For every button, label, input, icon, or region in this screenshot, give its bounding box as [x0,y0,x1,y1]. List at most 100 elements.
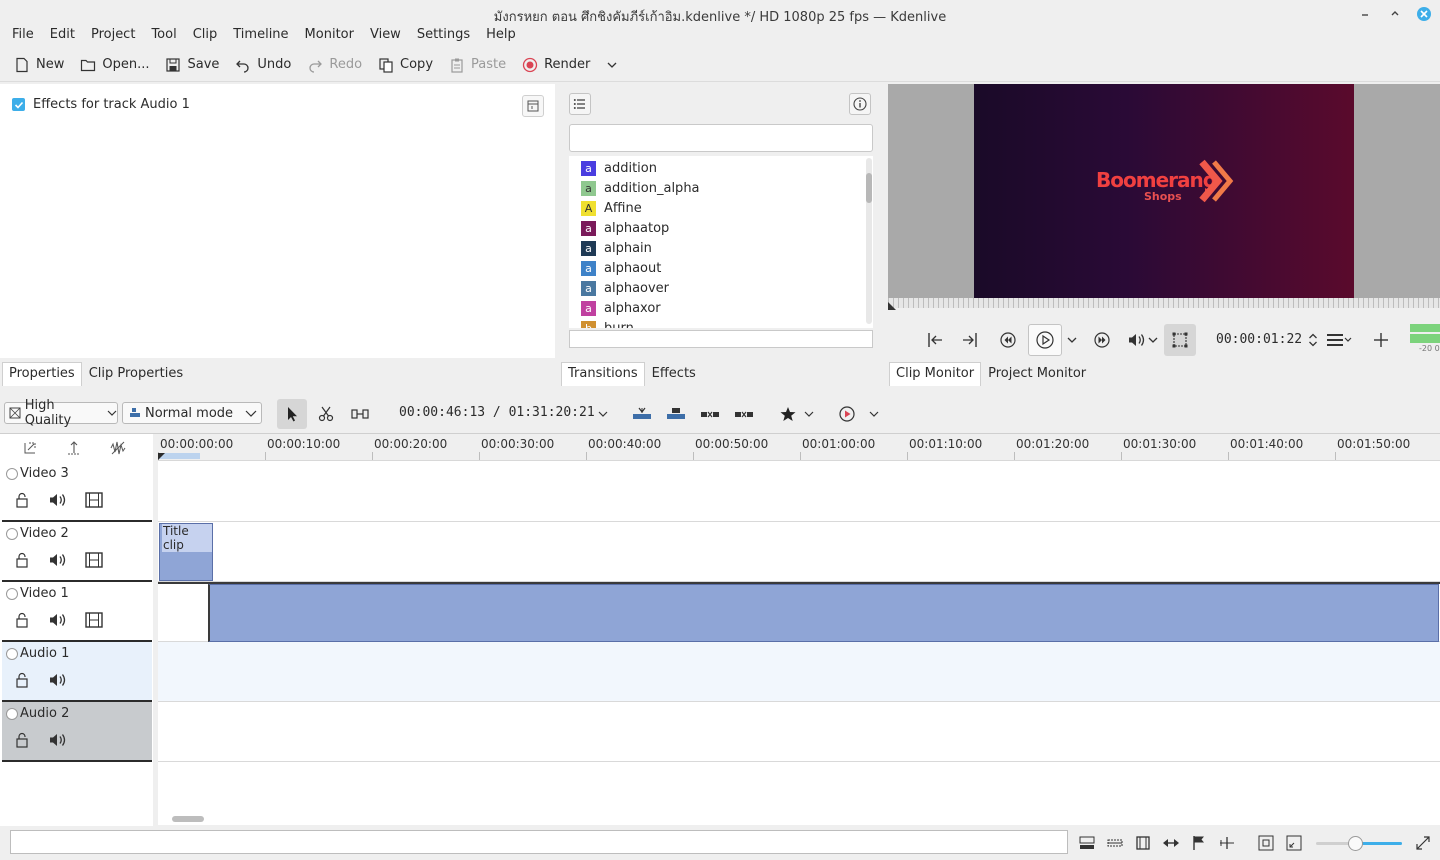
render-button[interactable]: Render [514,51,598,79]
scrollbar-thumb[interactable] [866,173,872,203]
playhead-marker-icon[interactable] [888,302,896,310]
track-target-radio[interactable] [6,708,18,720]
favorite-effects-button[interactable] [775,402,801,426]
track-lane-audio-1[interactable] [158,642,1440,702]
timeline-ruler[interactable]: 00:00:00:00 00:00:10:00 00:00:20:00 00:0… [158,434,1440,461]
list-item[interactable]: a alphaout [581,258,661,278]
list-item[interactable]: a addition_alpha [581,178,700,198]
lock-track-button[interactable] [12,550,32,570]
menu-help[interactable]: Help [478,26,524,46]
volume-menu-button[interactable] [1144,326,1162,354]
track-lane-video-3[interactable] [158,462,1440,522]
close-button[interactable] [1414,4,1434,24]
show-guides-button[interactable] [1190,834,1208,852]
list-item[interactable]: a alphaatop [581,218,669,238]
tab-clip-properties[interactable]: Clip Properties [82,362,190,386]
menu-clip[interactable]: Clip [185,26,226,46]
hide-track-button[interactable] [84,490,104,510]
new-button[interactable]: New [6,51,72,79]
track-header-video-3[interactable]: Video 3 [2,462,152,522]
minimize-button[interactable] [1355,4,1375,24]
play-options-button[interactable] [1062,326,1082,354]
effects-search-input[interactable] [569,124,873,152]
zoom-in-button[interactable] [1414,834,1432,852]
add-marker-button[interactable] [1366,326,1396,354]
track-target-radio[interactable] [6,588,18,600]
switch-track-target-button[interactable] [22,440,42,458]
lock-track-button[interactable] [12,490,32,510]
lock-track-button[interactable] [12,610,32,630]
timeline-preview-menu-button[interactable] [864,402,884,426]
fit-timeline-button[interactable] [1218,834,1236,852]
save-button[interactable]: Save [157,51,227,79]
list-item[interactable]: a alphaover [581,278,669,298]
lift-zone-button[interactable] [697,402,723,426]
maximize-button[interactable] [1385,4,1405,24]
mute-track-button[interactable] [48,670,68,690]
mute-track-button[interactable] [48,610,68,630]
mute-track-button[interactable] [48,490,68,510]
expand-tracks-button[interactable] [66,440,86,458]
timeline-preview-button[interactable] [834,402,860,426]
snap-button[interactable] [1162,834,1180,852]
menu-tool[interactable]: Tool [143,26,184,46]
show-thumbnails-button[interactable] [1078,834,1096,852]
monitor-ruler[interactable] [888,298,1440,308]
track-header-video-1[interactable]: Video 1 [2,582,152,642]
monitor-screen[interactable]: Boomerang Shops [888,84,1440,298]
spacer-tool-button[interactable] [347,402,373,426]
effect-info-button[interactable] [849,93,871,115]
collapse-effects-button[interactable] [522,95,544,117]
menu-file[interactable]: File [4,26,42,46]
list-item[interactable]: a alphain [581,238,652,258]
tab-properties[interactable]: Properties [2,362,82,386]
menu-monitor[interactable]: Monitor [297,26,362,46]
copy-button[interactable]: Copy [370,51,441,79]
track-effects-checkbox[interactable] [12,98,25,111]
timeline-scrollbar-thumb[interactable] [172,816,204,822]
lock-track-button[interactable] [12,670,32,690]
zoom-slider-handle[interactable] [1348,836,1363,851]
timeline-timecode[interactable]: 00:00:46:13 / 01:31:20:21 [399,405,595,420]
video-clip[interactable] [208,584,1439,642]
hide-track-button[interactable] [84,550,104,570]
lock-track-button[interactable] [12,730,32,750]
zoom-fit-button[interactable] [1257,834,1275,852]
menu-project[interactable]: Project [83,26,143,46]
track-header-audio-1[interactable]: Audio 1 [2,642,152,702]
track-lane-video-1[interactable] [158,582,1440,642]
list-item[interactable]: a addition [581,158,657,178]
title-clip[interactable]: Title clip [159,523,213,581]
extract-zone-button[interactable] [731,402,757,426]
overwrite-clip-button[interactable] [663,402,689,426]
mute-track-button[interactable] [48,550,68,570]
edit-mode-button[interactable] [1164,324,1196,356]
razor-tool-button[interactable] [313,402,339,426]
monitor-timecode[interactable]: 00:00:01:22 [1216,332,1302,347]
redo-button[interactable]: Redo [299,51,370,79]
effects-list-scrollbar[interactable] [866,158,872,324]
track-lane-video-2[interactable]: Title clip [158,522,1440,582]
set-out-point-button[interactable] [955,326,985,354]
selection-tool-button[interactable] [277,399,307,429]
tab-project-monitor[interactable]: Project Monitor [981,362,1093,386]
timecode-spinner[interactable] [1306,326,1320,354]
track-lane-audio-2[interactable] [158,702,1440,762]
insert-clip-button[interactable] [629,402,655,426]
track-header-video-2[interactable]: Video 2 [2,522,152,582]
forward-button[interactable] [1087,326,1117,354]
zoom-out-button[interactable] [1285,834,1303,852]
track-header-audio-2[interactable]: Audio 2 [2,702,152,762]
monitor-menu-button[interactable] [1324,326,1354,354]
list-item[interactable]: a alphaxor [581,298,661,318]
tab-clip-monitor[interactable]: Clip Monitor [889,362,982,386]
mute-track-button[interactable] [48,730,68,750]
menu-settings[interactable]: Settings [409,26,478,46]
open-button[interactable]: Open... [72,51,157,79]
show-markers-button[interactable] [1134,834,1152,852]
rewind-button[interactable] [993,326,1023,354]
list-item[interactable]: A Affine [581,198,642,218]
undo-button[interactable]: Undo [227,51,299,79]
preview-quality-combo[interactable]: High Quality [4,398,118,428]
play-button[interactable] [1028,324,1062,356]
